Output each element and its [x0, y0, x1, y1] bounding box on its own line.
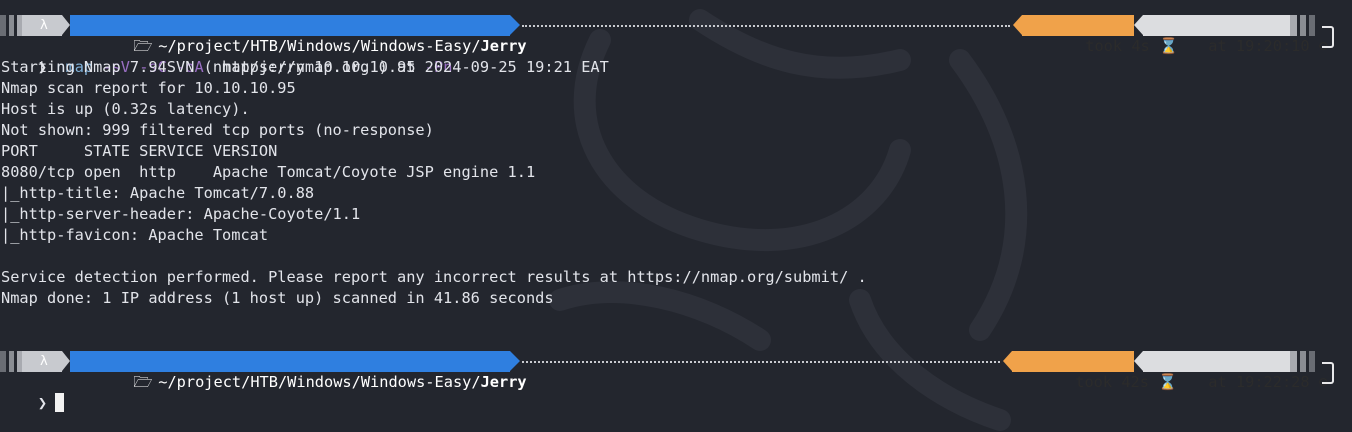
output-line: Host is up (0.32s latency).	[1, 100, 250, 118]
prompt-chevron-icon: ❯	[37, 394, 48, 412]
input-line[interactable]: ❯	[1, 372, 65, 412]
path-prefix: ~/project/HTB/Windows/Windows-Easy/	[158, 373, 481, 391]
output-line: |_http-server-header: Apache-Coyote/1.1	[1, 205, 361, 223]
segment-separator	[1134, 351, 1143, 371]
prompt-bar: λ 🗁 ~/project/HTB/Windows/Windows-Easy/Je…	[0, 351, 1352, 391]
prompt-filler-dots	[522, 25, 1010, 27]
segment-separator	[1134, 15, 1143, 35]
segment-separator	[510, 15, 520, 35]
folder-icon: 🗁	[133, 373, 153, 391]
output-line: Not shown: 999 filtered tcp ports (no-re…	[1, 121, 434, 139]
lambda-icon: λ	[40, 18, 48, 33]
prompt-filler-dots	[522, 361, 1000, 363]
prompt-corner	[1322, 26, 1334, 48]
terminal-window[interactable]: λ 🗁 ~/project/HTB/Windows/Windows-Easy/Je…	[0, 0, 1352, 432]
output-line: Nmap scan report for 10.10.10.95	[1, 79, 296, 97]
path-leaf: Jerry	[480, 373, 527, 391]
duration-text: took 4s	[1085, 37, 1150, 55]
time-segment: at 19:20:10 ⊙	[1143, 15, 1328, 55]
time-text: at 19:22:28	[1208, 373, 1310, 391]
os-segment: λ	[0, 351, 62, 372]
prompt-bar: λ 🗁 ~/project/HTB/Windows/Windows-Easy/Je…	[0, 15, 1352, 55]
command-line: ❯ nmap -sV -sC -oA nmap/jerry 10.10.10.9…	[1, 36, 453, 76]
segment-end-blocks	[1290, 351, 1322, 372]
path-leaf: Jerry	[480, 37, 527, 55]
output-line: PORT STATE SERVICE VERSION	[1, 142, 278, 160]
duration-segment: took 42s ⌛	[1012, 351, 1177, 391]
lambda-icon: λ	[40, 354, 48, 369]
text-cursor	[55, 393, 65, 412]
duration-text: took 42s	[1075, 373, 1149, 391]
path-segment: 🗁 ~/project/HTB/Windows/Windows-Easy/Jerr…	[70, 15, 527, 55]
segment-separator	[1013, 15, 1022, 35]
segment-separator	[62, 15, 70, 35]
output-line: |_http-favicon: Apache Tomcat	[1, 226, 269, 244]
output-line: Starting Nmap 7.94SVN ( https://nmap.org…	[1, 58, 609, 76]
segment-end-blocks	[1290, 15, 1322, 36]
output-line: Nmap done: 1 IP address (1 host up) scan…	[1, 289, 554, 307]
os-segment: λ	[0, 15, 62, 36]
segment-separator	[510, 351, 520, 371]
output-line: 8080/tcp open http Apache Tomcat/Coyote …	[1, 163, 536, 181]
segment-separator	[1003, 351, 1012, 371]
time-text: at 19:20:10	[1208, 37, 1310, 55]
prompt-corner	[1322, 362, 1334, 384]
time-segment: at 19:22:28 ⊙	[1143, 351, 1328, 391]
path-segment: 🗁 ~/project/HTB/Windows/Windows-Easy/Jerr…	[70, 351, 527, 391]
duration-segment: took 4s ⌛	[1022, 15, 1178, 55]
segment-separator	[62, 351, 70, 371]
output-line: |_http-title: Apache Tomcat/7.0.88	[1, 184, 315, 202]
output-line: Service detection performed. Please repo…	[1, 268, 867, 286]
